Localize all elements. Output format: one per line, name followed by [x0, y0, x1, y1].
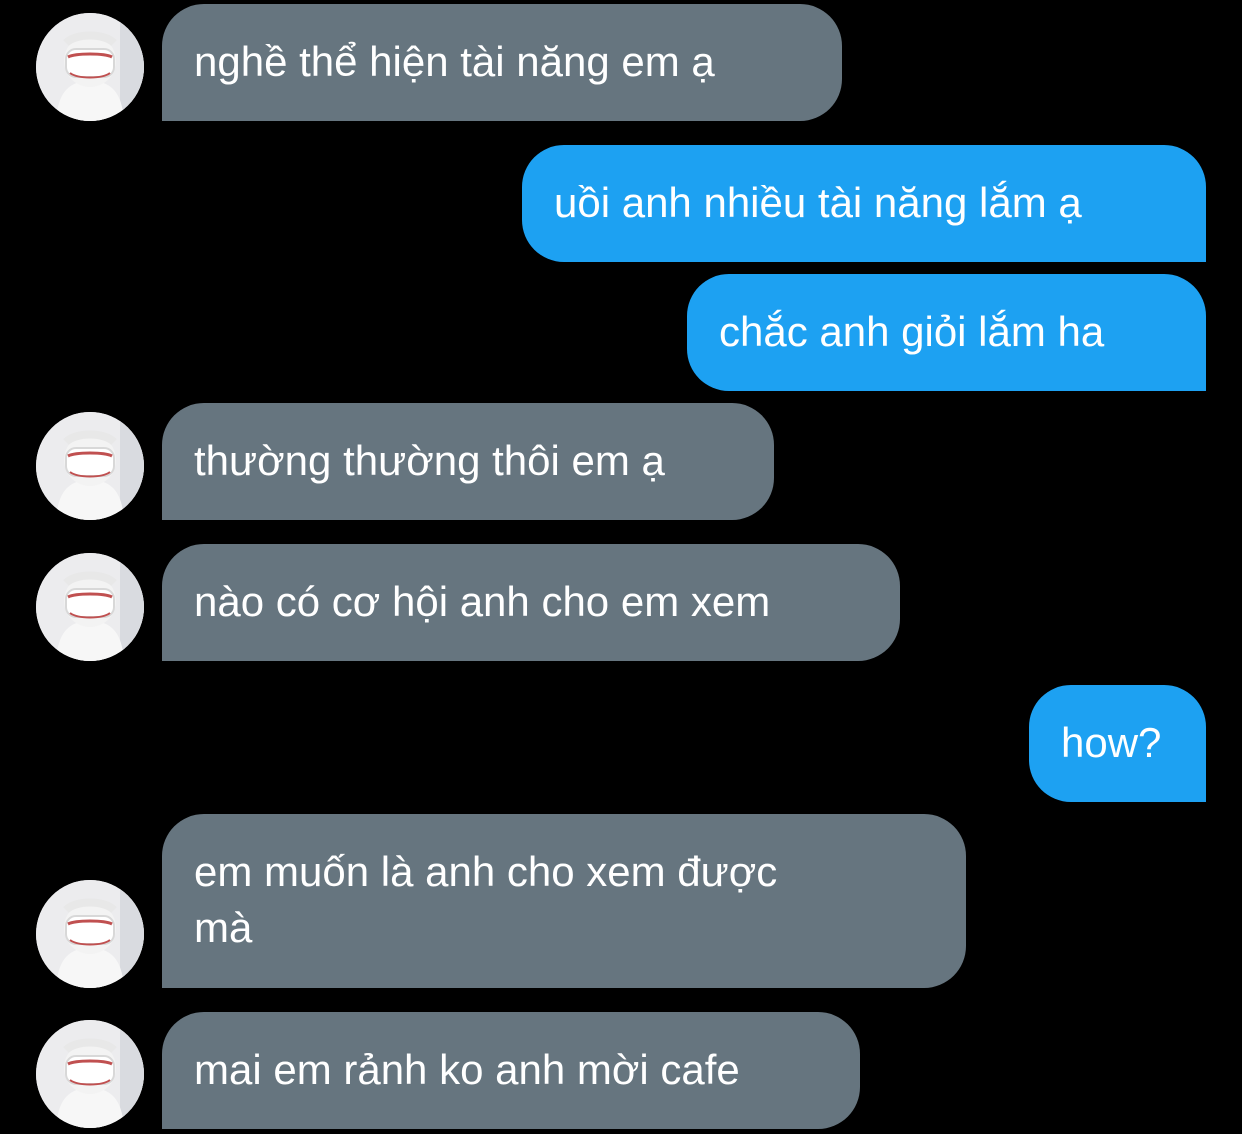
message-bubble-incoming[interactable]: em muốn là anh cho xem được mà	[162, 814, 966, 988]
avatar-photo-icon	[36, 13, 144, 121]
sender-avatar[interactable]	[36, 1020, 144, 1128]
avatar-photo-icon	[36, 412, 144, 520]
sender-avatar[interactable]	[36, 880, 144, 988]
avatar-photo-icon	[36, 553, 144, 661]
message-bubble-outgoing[interactable]: how?	[1029, 685, 1206, 802]
sender-avatar[interactable]	[36, 553, 144, 661]
message-bubble-outgoing[interactable]: uồi anh nhiều tài năng lắm ạ	[522, 145, 1206, 262]
message-bubble-incoming[interactable]: nào có cơ hội anh cho em xem	[162, 544, 900, 661]
message-bubble-incoming[interactable]: thường thường thôi em ạ	[162, 403, 774, 520]
message-bubble-incoming[interactable]: mai em rảnh ko anh mời cafe	[162, 1012, 860, 1129]
chat-thread: nghề thể hiện tài năng em ạ uồi anh nhiề…	[0, 0, 1242, 1134]
message-bubble-incoming[interactable]: nghề thể hiện tài năng em ạ	[162, 4, 842, 121]
avatar-photo-icon	[36, 1020, 144, 1128]
sender-avatar[interactable]	[36, 412, 144, 520]
avatar-photo-icon	[36, 880, 144, 988]
sender-avatar[interactable]	[36, 13, 144, 121]
message-bubble-outgoing[interactable]: chắc anh giỏi lắm ha	[687, 274, 1206, 391]
